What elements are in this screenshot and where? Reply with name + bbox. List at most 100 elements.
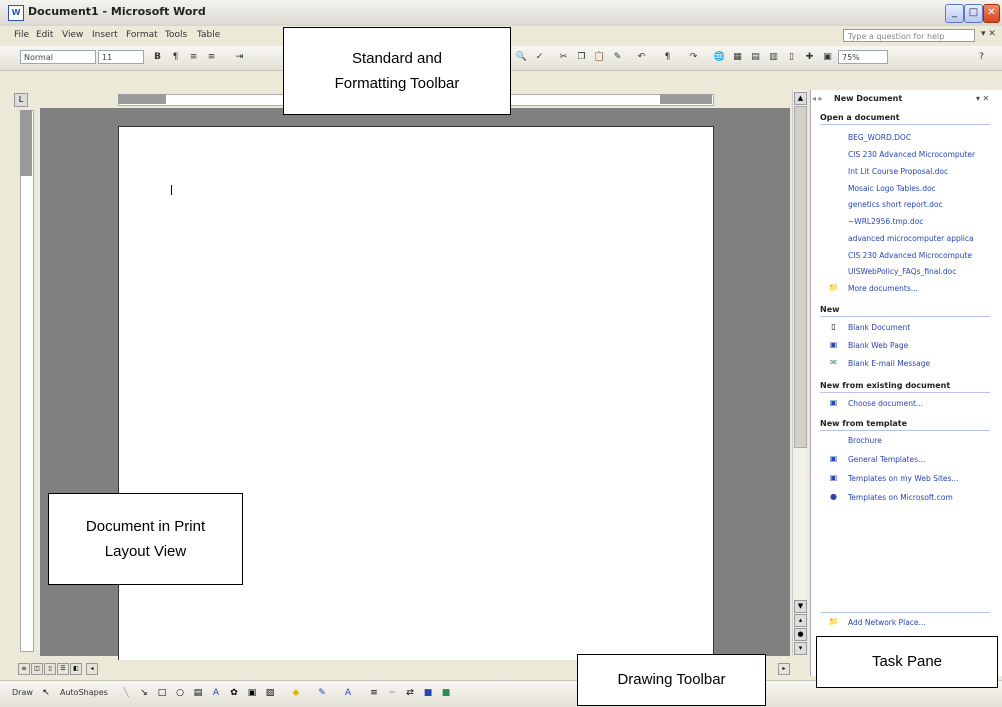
- menu-file[interactable]: File: [14, 30, 29, 40]
- clip-art-icon[interactable]: ▣: [246, 687, 258, 699]
- oval-icon[interactable]: ○: [174, 687, 186, 699]
- columns-icon[interactable]: ▯: [784, 50, 799, 65]
- menu-edit[interactable]: Edit: [36, 30, 53, 40]
- menu-view[interactable]: View: [62, 30, 83, 40]
- scroll-left-icon[interactable]: ◂: [86, 663, 98, 675]
- template-link[interactable]: Templates on Microsoft.com: [848, 493, 1000, 502]
- outline-view-icon[interactable]: ☰: [57, 663, 69, 675]
- globe-icon: ●: [830, 492, 837, 501]
- spelling-icon[interactable]: ✓: [532, 50, 547, 65]
- blank-web-page-link[interactable]: Blank Web Page: [848, 341, 1000, 350]
- template-link[interactable]: Templates on my Web Sites...: [848, 474, 1000, 483]
- reading-layout-view-icon[interactable]: ◧: [70, 663, 82, 675]
- print-layout-view-icon[interactable]: ▯: [44, 663, 56, 675]
- recent-file-link[interactable]: BEG_WORD.DOC: [848, 133, 1000, 142]
- task-pane-close-icon[interactable]: ▾ ✕: [976, 94, 989, 103]
- scroll-down-icon[interactable]: ▼: [794, 600, 807, 613]
- menu-table[interactable]: Table: [197, 30, 220, 40]
- document-map-icon[interactable]: ▣: [820, 50, 835, 65]
- network-folder-icon: 📁: [828, 617, 839, 626]
- select-objects-icon[interactable]: ↖: [40, 687, 52, 699]
- maximize-button[interactable]: □: [964, 4, 983, 23]
- align-center-icon[interactable]: ≡: [204, 50, 219, 65]
- scroll-up-icon[interactable]: ▲: [794, 92, 807, 105]
- copy-icon[interactable]: ❐: [574, 50, 589, 65]
- scroll-right-icon[interactable]: ▸: [778, 663, 790, 675]
- minimize-button[interactable]: _: [945, 4, 964, 23]
- recent-file-link[interactable]: Mosaic Logo Tables.doc: [848, 184, 1000, 193]
- table-icon[interactable]: ▦: [730, 50, 745, 65]
- picture-icon[interactable]: ▨: [264, 687, 276, 699]
- document-callout: Document in Print Layout View: [48, 493, 243, 585]
- document-page[interactable]: [118, 126, 714, 668]
- more-documents-link[interactable]: More documents...: [848, 284, 1000, 293]
- insert-table-icon[interactable]: ▤: [748, 50, 763, 65]
- recent-file-link[interactable]: Int Lit Course Proposal.doc: [848, 167, 1000, 176]
- line-icon[interactable]: ╲: [120, 687, 132, 699]
- template-link[interactable]: General Templates...: [848, 455, 1000, 464]
- indent-icon[interactable]: ⇥: [232, 50, 247, 65]
- menu-insert[interactable]: Insert: [92, 30, 118, 40]
- menu-tools[interactable]: Tools: [165, 30, 187, 40]
- bold-icon[interactable]: B: [150, 50, 165, 65]
- recent-file-link[interactable]: UISWebPolicy_FAQs_final.doc: [848, 267, 1000, 276]
- shadow-style-icon[interactable]: ■: [422, 687, 434, 699]
- window-title: Document1 - Microsoft Word: [28, 5, 206, 18]
- recent-file-link[interactable]: genetics short report.doc: [848, 200, 1000, 209]
- normal-view-icon[interactable]: ≡: [18, 663, 30, 675]
- hyperlink-icon[interactable]: 🌐: [712, 50, 727, 65]
- font-color-icon[interactable]: A: [342, 687, 354, 699]
- paste-icon[interactable]: 📋: [592, 50, 607, 65]
- wordart-icon[interactable]: A: [210, 687, 222, 699]
- pilcrow-icon[interactable]: ¶: [168, 50, 183, 65]
- arrow-icon[interactable]: ↘: [138, 687, 150, 699]
- text-box-icon[interactable]: ▤: [192, 687, 204, 699]
- section-divider: [820, 392, 990, 393]
- select-browse-object-icon[interactable]: ●: [794, 628, 807, 641]
- style-combo[interactable]: Normal: [20, 50, 96, 64]
- previous-page-icon[interactable]: ▴: [794, 614, 807, 627]
- vertical-ruler[interactable]: [20, 110, 34, 652]
- 3d-style-icon[interactable]: ■: [440, 687, 452, 699]
- cut-icon[interactable]: ✂: [556, 50, 571, 65]
- rectangle-icon[interactable]: □: [156, 687, 168, 699]
- tab-selector-icon[interactable]: L: [14, 93, 28, 107]
- close-button[interactable]: ✕: [983, 4, 1000, 23]
- show-hide-icon[interactable]: ¶: [660, 50, 675, 65]
- blank-document-link[interactable]: Blank Document: [848, 323, 1000, 332]
- zoom-combo[interactable]: 75%: [838, 50, 888, 64]
- vertical-scroll-thumb[interactable]: [794, 106, 807, 448]
- web-layout-view-icon[interactable]: ◫: [31, 663, 43, 675]
- excel-icon[interactable]: ▥: [766, 50, 781, 65]
- template-link[interactable]: Brochure: [848, 436, 1000, 445]
- blank-email-link[interactable]: Blank E-mail Message: [848, 359, 1000, 368]
- choose-document-link[interactable]: Choose document...: [848, 399, 1000, 408]
- undo-icon[interactable]: ↶: [634, 50, 649, 65]
- draw-menu-button[interactable]: Draw: [12, 688, 33, 697]
- word-app-icon[interactable]: W: [8, 5, 24, 21]
- next-page-icon[interactable]: ▾: [794, 642, 807, 655]
- autoshapes-menu-button[interactable]: AutoShapes: [60, 688, 108, 697]
- line-style-icon[interactable]: ≡: [368, 687, 380, 699]
- document-close-icon[interactable]: ▾ ✕: [981, 29, 996, 39]
- help-icon[interactable]: ?: [974, 50, 989, 65]
- redo-icon[interactable]: ↷: [686, 50, 701, 65]
- arrow-style-icon[interactable]: ⇄: [404, 687, 416, 699]
- recent-file-link[interactable]: ~WRL2956.tmp.doc: [848, 217, 1000, 226]
- drawing-icon[interactable]: ✚: [802, 50, 817, 65]
- font-size-combo[interactable]: 11: [98, 50, 144, 64]
- align-left-icon[interactable]: ≡: [186, 50, 201, 65]
- line-color-icon[interactable]: ✎: [316, 687, 328, 699]
- format-painter-icon[interactable]: ✎: [610, 50, 625, 65]
- diagram-icon[interactable]: ✿: [228, 687, 240, 699]
- task-pane-nav-icon[interactable]: ◂ ▸: [812, 94, 823, 103]
- dash-style-icon[interactable]: ┅: [386, 687, 398, 699]
- recent-file-link[interactable]: CIS 230 Advanced Microcomputer: [848, 150, 1000, 159]
- recent-file-link[interactable]: advanced microcomputer applica: [848, 234, 1000, 243]
- print-preview-icon[interactable]: 🔍: [514, 50, 529, 65]
- fill-color-icon[interactable]: ◆: [290, 687, 302, 699]
- recent-file-link[interactable]: CIS 230 Advanced Microcompute: [848, 251, 1000, 260]
- add-network-place-link[interactable]: Add Network Place...: [848, 618, 1000, 627]
- ask-question-input[interactable]: Type a question for help: [843, 29, 975, 42]
- menu-format[interactable]: Format: [126, 30, 158, 40]
